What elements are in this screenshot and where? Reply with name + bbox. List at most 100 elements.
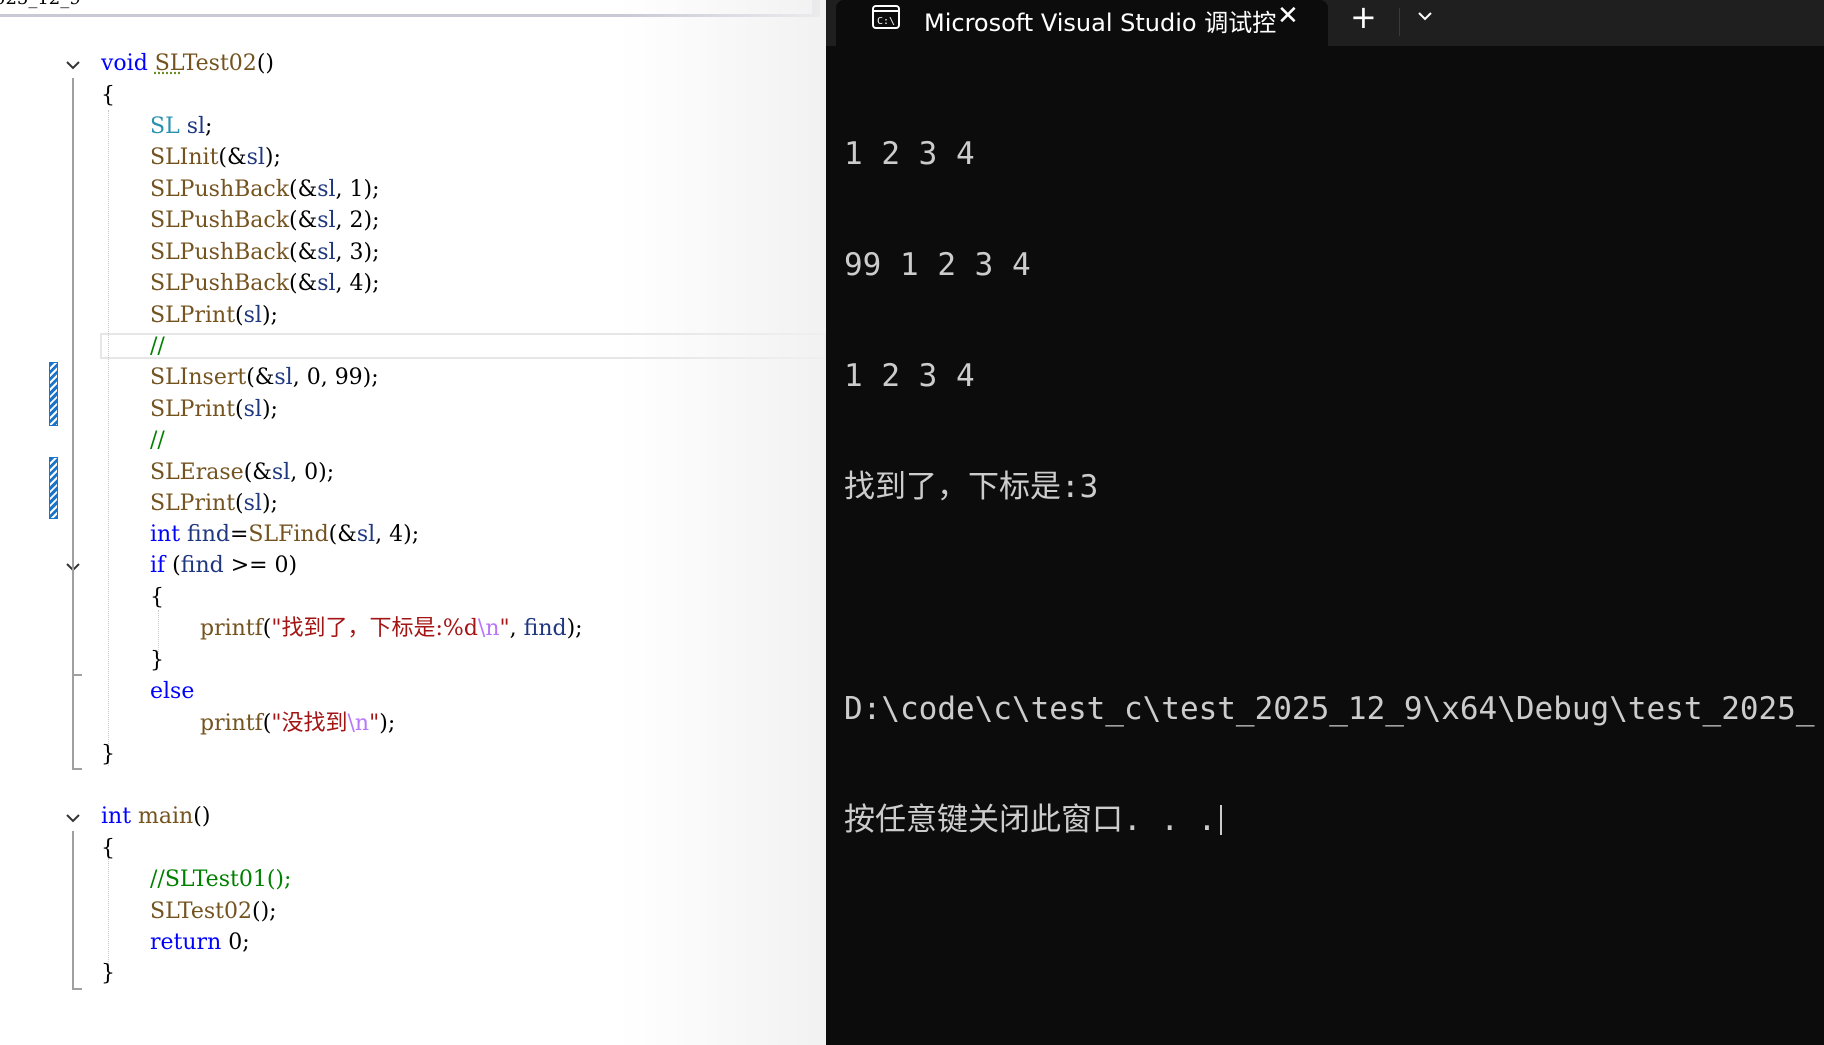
editor-tab-label[interactable]: 025_12_9: [0, 0, 81, 9]
code-token: find: [180, 553, 224, 578]
code-token: int: [150, 522, 181, 547]
code-token: \n: [347, 711, 370, 736]
code-line[interactable]: SLPushBack(&sl, 4);: [150, 268, 380, 299]
code-line[interactable]: SLPrint(sl);: [150, 394, 278, 425]
code-line[interactable]: SLErase(&sl, 0);: [150, 457, 334, 488]
code-line[interactable]: SLInsert(&sl, 0, 99);: [150, 362, 379, 393]
code-token: sl: [317, 240, 336, 265]
code-line[interactable]: SLPushBack(&sl, 1);: [150, 174, 380, 205]
console-output-line: 99 1 2 3 4: [844, 247, 1031, 283]
editor-tab-strip: 025_12_9: [0, 0, 820, 17]
code-token: (): [256, 51, 274, 76]
console-output-line: D:\code\c\test_c\test_2025_12_9\x64\Debu…: [844, 691, 1815, 727]
code-token: SLInsert: [150, 365, 247, 390]
code-token: =: [229, 522, 249, 547]
code-line[interactable]: SLPrint(sl);: [150, 488, 278, 519]
debug-console-window[interactable]: C:\ Microsoft Visual Studio 调试控 ✕ + 1 2 …: [826, 0, 1824, 1045]
code-token: (: [235, 491, 244, 516]
code-line[interactable]: SLPrint(sl);: [150, 300, 278, 331]
code-token: SLTest02: [150, 899, 252, 924]
code-token: sl: [317, 208, 336, 233]
code-token: if: [150, 553, 166, 578]
code-token: sl: [246, 145, 265, 170]
code-token: {: [101, 836, 115, 861]
code-line[interactable]: int find=SLFind(&sl, 4);: [150, 519, 419, 550]
code-token: sl: [243, 303, 262, 328]
code-token: sl: [186, 114, 206, 139]
code-token: sl: [317, 177, 336, 202]
code-token: SLPrint: [150, 491, 236, 516]
code-token: (&: [289, 240, 318, 265]
console-prompt-text: 按任意键关闭此窗口. . .: [844, 802, 1217, 838]
code-line[interactable]: //SLTest01();: [150, 864, 291, 895]
code-token: SLPushBack: [150, 208, 290, 233]
code-editor[interactable]: 025_12_9 void SLTest02(){SL sl;SLInit(&s…: [0, 0, 826, 1045]
chevron-down-icon[interactable]: [1412, 3, 1438, 29]
code-token: //: [150, 428, 165, 453]
fold-chevron-icon[interactable]: [66, 811, 80, 825]
console-output-line: 1 2 3 4: [844, 136, 975, 172]
code-token: 0;: [221, 930, 250, 955]
code-token: int: [101, 804, 132, 829]
code-line[interactable]: {: [150, 582, 164, 613]
console-output-line: 找到了，下标是:3: [844, 469, 1099, 505]
code-token: (: [235, 397, 244, 422]
change-tracking-marker: [49, 457, 58, 519]
code-line[interactable]: //: [150, 331, 165, 362]
fold-region-line: [72, 580, 74, 676]
fold-region-end: [72, 674, 82, 676]
fold-chevron-icon[interactable]: [66, 58, 80, 72]
console-tab[interactable]: C:\ Microsoft Visual Studio 调试控 ✕: [836, 0, 1328, 46]
code-line[interactable]: //: [150, 425, 165, 456]
code-token: //SLTest01();: [150, 867, 292, 892]
code-line[interactable]: SLTest02();: [150, 896, 277, 927]
code-token: , 4);: [335, 271, 380, 296]
code-line[interactable]: SLPushBack(&sl, 3);: [150, 237, 380, 268]
code-line[interactable]: {: [101, 80, 115, 111]
code-token: );: [566, 616, 583, 641]
code-token: sl: [274, 365, 293, 390]
code-line[interactable]: void SLTest02(): [101, 48, 274, 79]
code-line[interactable]: }: [101, 739, 115, 770]
code-line[interactable]: printf("没找到\n");: [200, 708, 395, 739]
close-icon[interactable]: ✕: [1277, 1, 1299, 31]
code-line[interactable]: SL sl;: [150, 111, 212, 142]
code-token: , 2);: [335, 208, 380, 233]
code-line[interactable]: printf("找到了，下标是:%d\n", find);: [200, 613, 583, 644]
code-line[interactable]: SLInit(&sl);: [150, 142, 281, 173]
code-line[interactable]: }: [101, 958, 115, 989]
code-line[interactable]: {: [101, 833, 115, 864]
console-title-bar: C:\ Microsoft Visual Studio 调试控 ✕ +: [826, 0, 1824, 46]
code-token: sl: [271, 460, 291, 485]
code-line[interactable]: return 0;: [150, 927, 250, 958]
code-token: else: [150, 679, 195, 704]
code-token: SLPushBack: [150, 177, 290, 202]
code-token: (&: [243, 460, 272, 485]
code-token: SLPrint: [150, 397, 236, 422]
fold-region-end: [72, 768, 82, 770]
code-token: ;: [205, 114, 213, 139]
console-output: 1 2 3 4 99 1 2 3 4 1 2 3 4 找到了，下标是:3 D:\…: [844, 62, 1815, 913]
code-token: );: [261, 397, 278, 422]
code-line[interactable]: SLPushBack(&sl, 2);: [150, 205, 380, 236]
code-token: , 0, 99);: [292, 365, 379, 390]
code-line[interactable]: if (find >= 0): [150, 550, 297, 581]
code-token: printf: [200, 616, 263, 641]
code-token: (: [235, 303, 244, 328]
code-token: sl: [356, 522, 376, 547]
fold-region-end: [72, 988, 82, 990]
new-tab-button[interactable]: +: [1350, 0, 1377, 36]
code-token: );: [261, 303, 278, 328]
code-line[interactable]: else: [150, 676, 194, 707]
code-token: );: [264, 145, 281, 170]
code-line[interactable]: int main(): [101, 801, 210, 832]
code-line[interactable]: }: [150, 645, 164, 676]
code-token: "找到了，下标是:%d: [271, 616, 478, 641]
code-token: sl: [243, 397, 262, 422]
change-tracking-marker: [49, 362, 58, 426]
code-token: {: [150, 585, 164, 610]
code-token: SL: [150, 114, 180, 139]
